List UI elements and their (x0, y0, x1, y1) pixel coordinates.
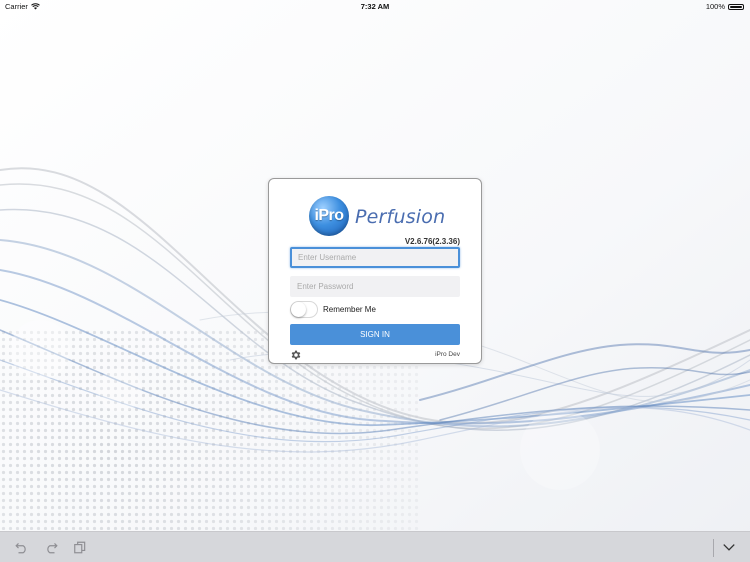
copy-icon[interactable] (73, 541, 87, 554)
server-name: iPro Dev (435, 351, 460, 358)
password-input[interactable] (290, 276, 460, 297)
gear-icon[interactable] (290, 349, 302, 361)
remember-me-label: Remember Me (323, 305, 376, 314)
username-input[interactable] (290, 247, 460, 268)
undo-icon[interactable] (15, 541, 29, 554)
redo-icon[interactable] (44, 541, 58, 554)
version-label: V2.6.76(2.3.36) (404, 237, 460, 246)
status-right: 100% (706, 2, 744, 11)
keyboard-shortcut-bar (0, 531, 750, 562)
toolbar-divider (713, 539, 714, 557)
status-time: 7:32 AM (360, 2, 390, 11)
battery-icon (728, 3, 744, 10)
status-bar: Carrier 7:32 AM 100% (0, 0, 750, 12)
login-card: iPro Perfusion V2.6.76(2.3.36) Remember … (268, 178, 482, 364)
logo-badge: iPro (309, 196, 349, 236)
chevron-down-icon[interactable] (722, 542, 736, 553)
logo-wordmark: Perfusion (355, 206, 446, 228)
app-logo: iPro Perfusion (309, 196, 449, 236)
remember-me-toggle[interactable] (290, 301, 318, 318)
sign-in-button[interactable]: SIGN IN (290, 324, 460, 345)
toggle-knob (291, 302, 306, 317)
battery-percent: 100% (705, 2, 725, 11)
